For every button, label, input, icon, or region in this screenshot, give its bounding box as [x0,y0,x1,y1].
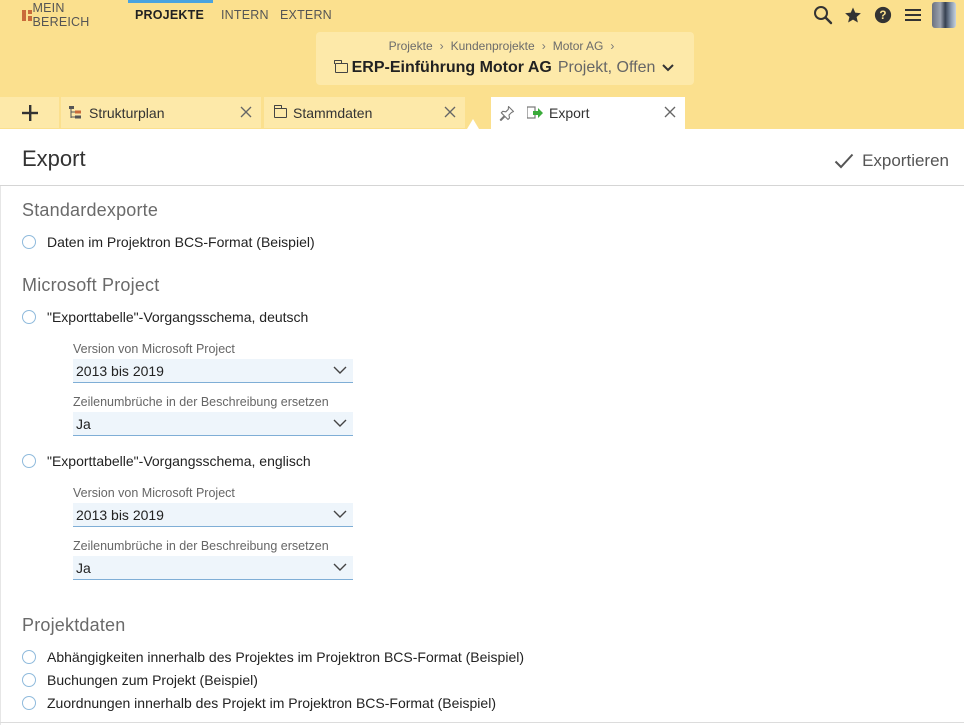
nav-extern[interactable]: EXTERN [280,0,332,30]
radio-option-label: Zuordnungen innerhalb des Projekt im Pro… [47,695,496,711]
section-title-standardexporte: Standardexporte [22,200,159,220]
radio-option-label: "Exporttabelle"-Vorgangsschema, englisch [47,453,311,469]
tab-strukturplan-label: Strukturplan [89,104,165,121]
header-toolbar: ? [808,2,956,28]
nav-intern-label: INTERN [221,8,269,22]
nav-projekte-label: PROJEKTE [135,8,204,22]
close-icon[interactable] [664,106,676,118]
radio-button[interactable] [22,673,36,687]
radio-option-zuordnungen[interactable]: Zuordnungen innerhalb des Projekt im Pro… [22,695,496,711]
radio-option-buchungen[interactable]: Buchungen zum Projekt (Beispiel) [22,672,258,688]
radio-button[interactable] [22,650,36,664]
nav-mein-bereich-label: MEIN BEREICH [32,1,90,29]
add-tab-button[interactable] [0,97,59,128]
project-status: Projekt, Offen [557,59,656,76]
tree-structure-icon [69,105,81,118]
linebreak-label: Zeilenumbrüche in der Beschreibung erset… [73,539,329,553]
project-card: Projekte › Kundenprojekte › Motor AG › E… [316,32,694,85]
nav-extern-label: EXTERN [280,8,332,22]
app-header: MEIN BEREICH PROJEKTE INTERN EXTERN ? Pr… [0,0,964,97]
export-button-label: Exportieren [862,151,949,170]
page-title: Export [22,146,86,171]
tab-notch [467,119,479,129]
breadcrumb-kundenprojekte[interactable]: Kundenprojekte [451,39,535,53]
star-icon[interactable] [838,2,868,28]
nav-mein-bereich[interactable]: MEIN BEREICH [22,0,93,30]
version-label: Version von Microsoft Project [73,486,235,500]
export-icon [527,106,543,119]
menu-icon[interactable] [898,2,928,28]
linebreak-label: Zeilenumbrüche in der Beschreibung erset… [73,395,329,409]
select-value: Ja [76,415,91,432]
chevron-down-icon [333,419,347,427]
radio-option-label: Daten im Projektron BCS-Format (Beispiel… [47,234,315,250]
select-value: 2013 bis 2019 [76,362,164,379]
folder-icon [334,60,348,73]
tab-bar: Strukturplan Stammdaten Export [0,97,964,129]
breadcrumb-separator: › [610,39,615,53]
radio-option-ms-deutsch[interactable]: "Exporttabelle"-Vorgangsschema, deutsch [22,309,308,325]
select-value: 2013 bis 2019 [76,506,164,523]
close-icon[interactable] [444,106,456,118]
linebreak-select-englisch[interactable]: Ja [73,556,353,580]
project-title[interactable]: ERP-Einführung Motor AG Projekt, Offen [316,59,694,77]
section-title-microsoft-project: Microsoft Project [22,275,160,295]
checkmark-icon [834,153,854,169]
radio-option-ms-englisch[interactable]: "Exporttabelle"-Vorgangsschema, englisch [22,453,311,469]
radio-option-bcs-daten[interactable]: Daten im Projektron BCS-Format (Beispiel… [22,234,315,250]
radio-option-label: "Exporttabelle"-Vorgangsschema, deutsch [47,309,309,325]
close-icon[interactable] [240,106,252,118]
dashboard-icon [22,9,32,21]
tab-stammdaten[interactable]: Stammdaten [264,97,465,128]
chevron-down-icon [333,510,347,518]
bottom-divider [0,722,964,723]
section-title-projektdaten: Projektdaten [22,615,126,635]
version-label: Version von Microsoft Project [73,342,235,356]
radio-option-label: Buchungen zum Projekt (Beispiel) [47,672,258,688]
help-icon[interactable]: ? [868,2,898,28]
linebreak-select-deutsch[interactable]: Ja [73,412,353,436]
radio-option-label: Abhängigkeiten innerhalb des Projektes i… [47,649,524,665]
breadcrumb-separator: › [439,39,444,53]
radio-option-abhaengigkeiten[interactable]: Abhängigkeiten innerhalb des Projektes i… [22,649,524,665]
folder-icon [273,104,287,118]
export-button[interactable]: Exportieren [834,151,949,171]
radio-button[interactable] [22,310,36,324]
chevron-down-icon [333,366,347,374]
nav-projekte[interactable]: PROJEKTE [128,0,213,30]
breadcrumb-projekte[interactable]: Projekte [389,39,433,53]
plus-icon [21,104,38,121]
user-avatar[interactable] [932,2,956,28]
chevron-down-icon [662,64,675,72]
version-select-englisch[interactable]: 2013 bis 2019 [73,503,353,527]
tab-strukturplan[interactable]: Strukturplan [61,97,261,128]
nav-intern[interactable]: INTERN [221,0,269,30]
radio-button[interactable] [22,235,36,249]
pin-icon[interactable] [499,105,515,121]
tab-export[interactable]: Export [491,97,685,129]
version-select-deutsch[interactable]: 2013 bis 2019 [73,359,353,383]
page-header: Export Exportieren [0,129,964,186]
tab-export-label: Export [549,105,590,121]
breadcrumb-separator: › [541,39,546,53]
radio-button[interactable] [22,454,36,468]
svg-text:?: ? [879,9,886,22]
radio-button[interactable] [22,696,36,710]
breadcrumb-motor-ag[interactable]: Motor AG [553,39,604,53]
tab-stammdaten-label: Stammdaten [293,104,373,121]
content-border [0,186,1,725]
chevron-down-icon [333,563,347,571]
project-name: ERP-Einführung Motor AG [351,59,552,76]
select-value: Ja [76,559,91,576]
search-icon[interactable] [808,2,838,28]
breadcrumb: Projekte › Kundenprojekte › Motor AG › [316,39,694,53]
